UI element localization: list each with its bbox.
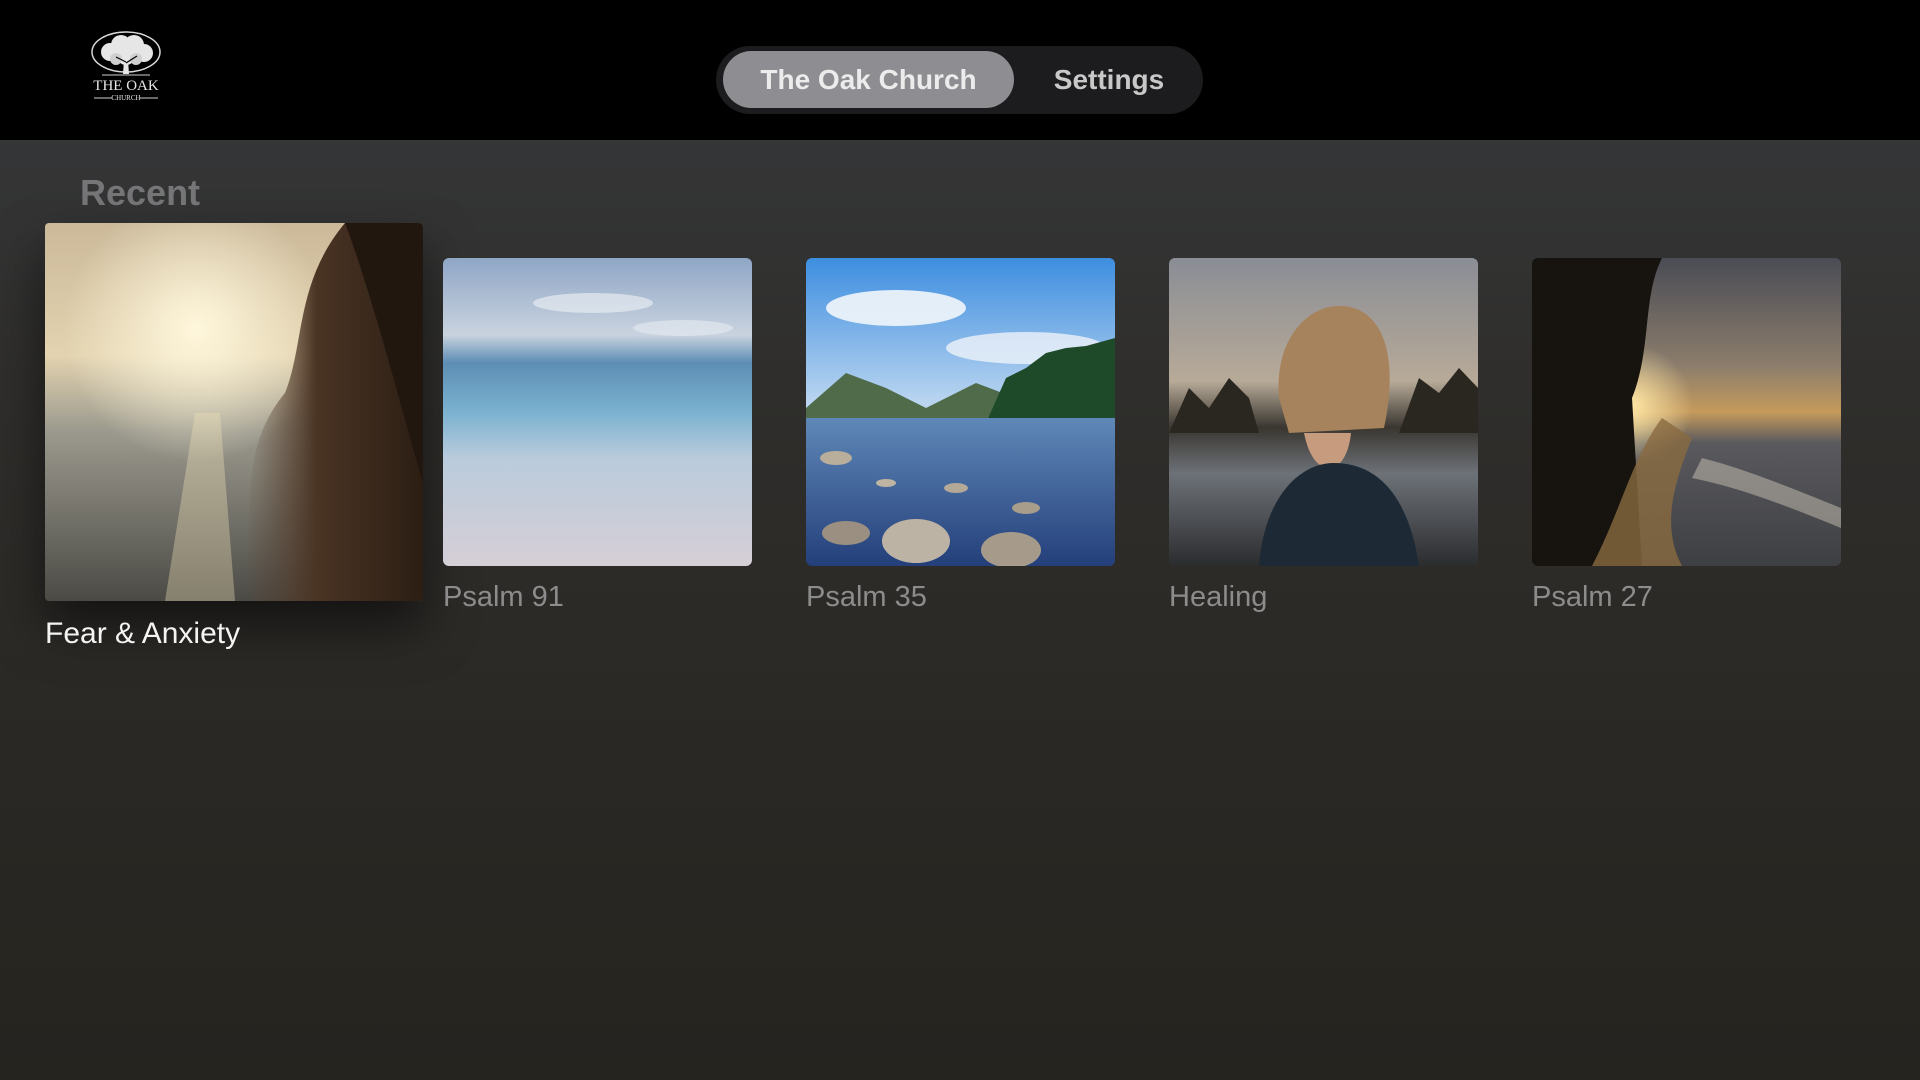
- recent-card-psalm-91[interactable]: Psalm 91: [443, 258, 752, 618]
- thumbnail-calm-ocean-beach: [443, 258, 752, 566]
- recent-card-fear-anxiety[interactable]: Fear & Anxiety: [45, 223, 423, 663]
- thumbnail-beach-sunset-trees: [1532, 258, 1841, 566]
- recent-card-label: Psalm 91: [443, 581, 564, 613]
- thumbnail-mountain-lake-rocks: [806, 258, 1115, 566]
- tab-settings[interactable]: Settings: [1024, 51, 1194, 108]
- recent-card-label: Healing: [1169, 581, 1268, 613]
- recent-card-psalm-35[interactable]: Psalm 35: [806, 258, 1115, 618]
- recent-card-psalm-27[interactable]: Psalm 27: [1532, 258, 1841, 618]
- recent-card-healing[interactable]: Healing: [1169, 258, 1478, 618]
- thumbnail-girl-lake-sunset: [1169, 258, 1478, 566]
- logo-subtext: CHURCH: [111, 94, 140, 102]
- recent-card-label: Psalm 27: [1532, 581, 1653, 613]
- section-title-recent: Recent: [80, 172, 201, 213]
- thumbnail-woman-hair-sunset-sea: [45, 223, 423, 601]
- oak-tree-logo-icon: THE OAK CHURCH: [88, 30, 164, 110]
- top-navigation: The Oak Church Settings: [716, 46, 1203, 114]
- tab-the-oak-church[interactable]: The Oak Church: [723, 51, 1014, 108]
- recent-card-label: Psalm 35: [806, 581, 927, 613]
- recent-card-label: Fear & Anxiety: [45, 617, 241, 650]
- top-bar: THE OAK CHURCH The Oak Church Settings: [0, 0, 1920, 140]
- logo-text: THE OAK: [93, 78, 159, 94]
